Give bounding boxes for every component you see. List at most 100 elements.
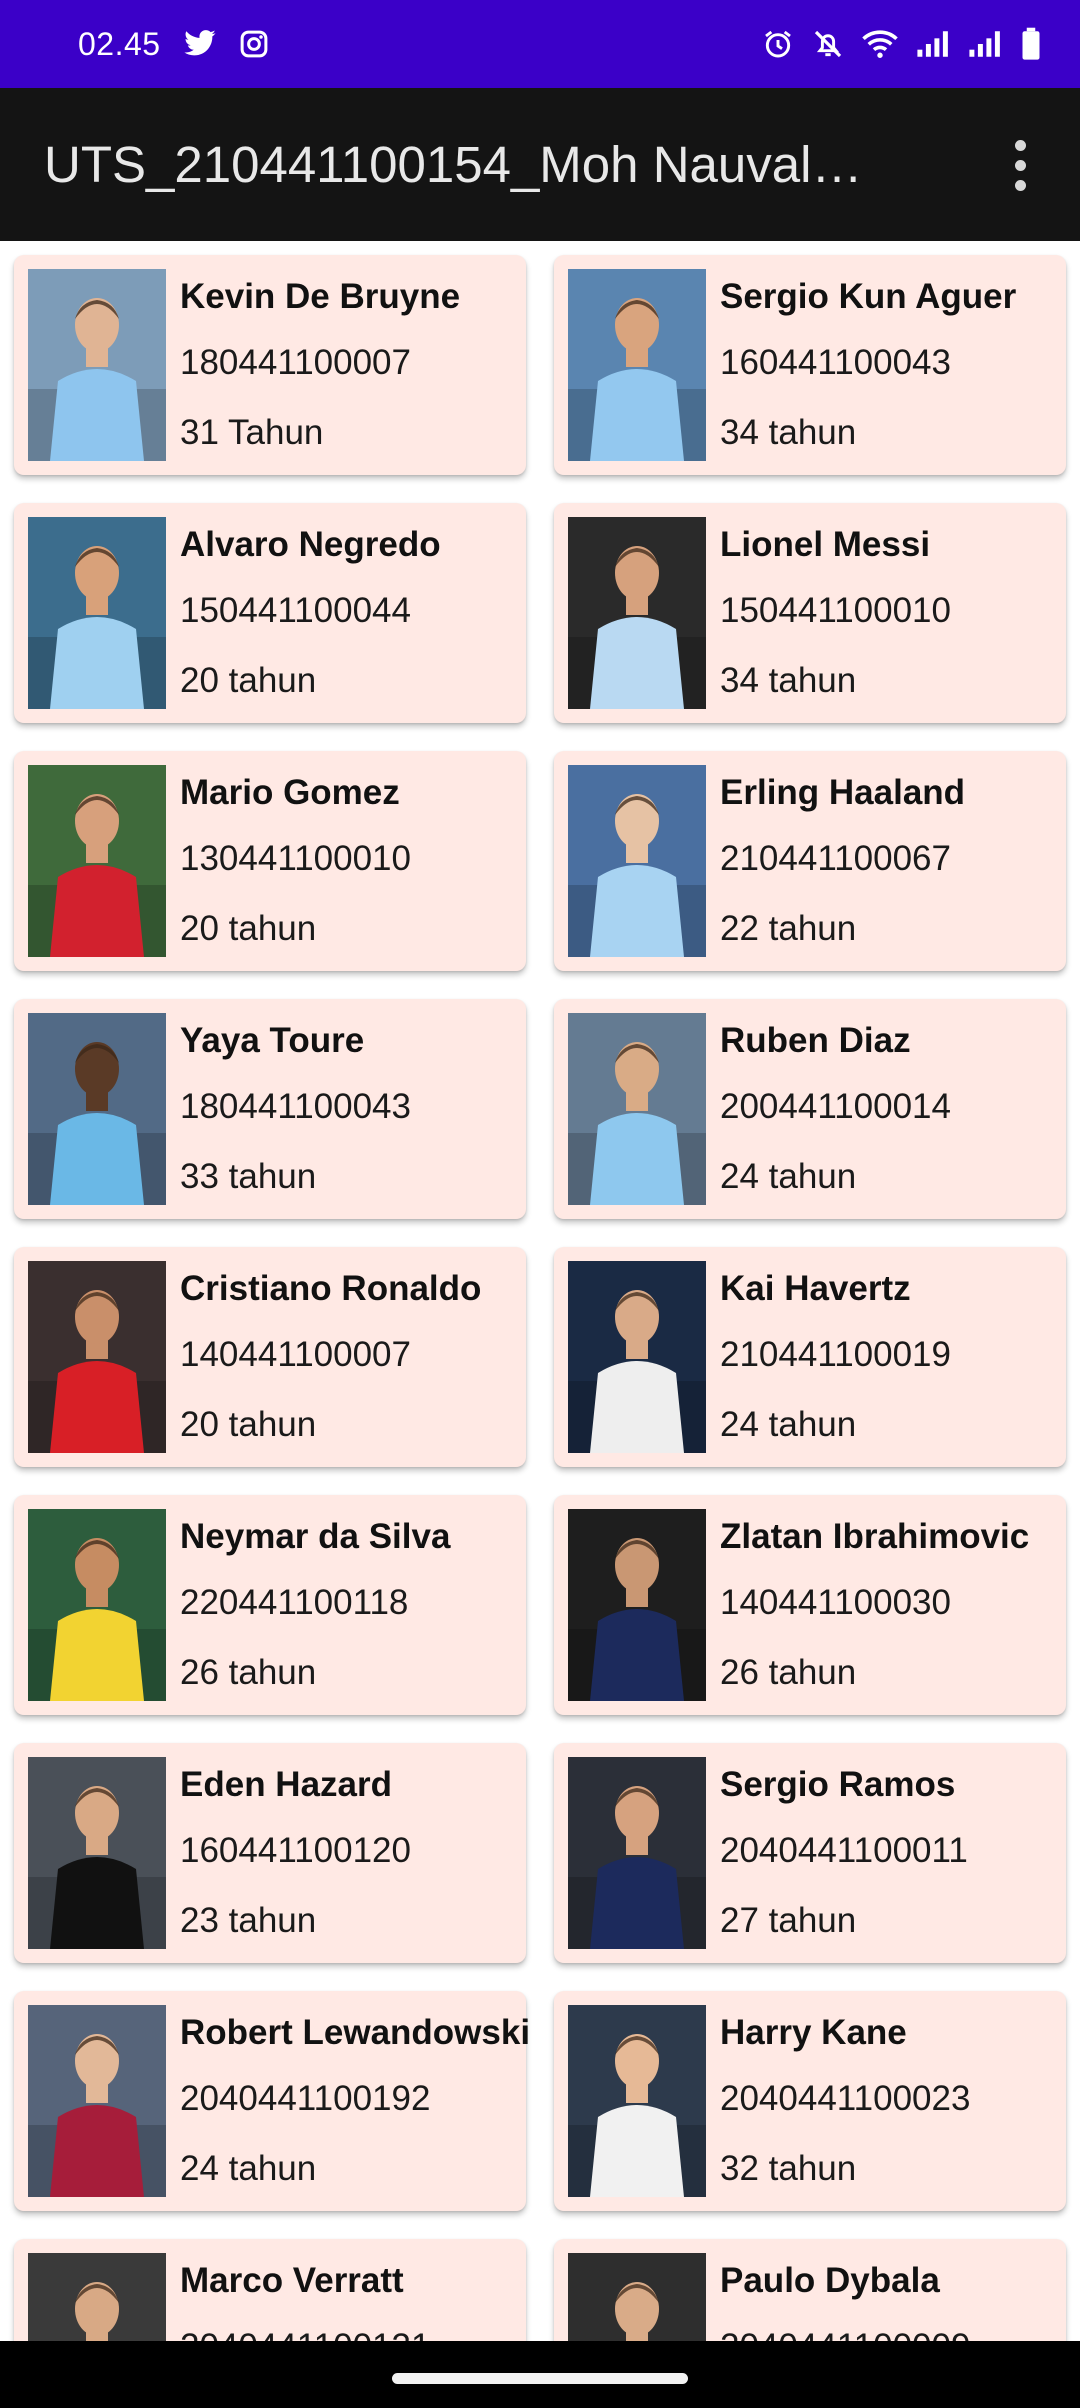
player-photo	[568, 517, 706, 709]
player-grid[interactable]: Kevin De Bruyne 180441100007 31 Tahun Sergi…	[0, 241, 1080, 2341]
player-nim: 150441100010	[720, 591, 951, 630]
wifi-icon	[862, 29, 898, 59]
player-name: Yaya Toure	[180, 1021, 365, 1060]
player-age: 20 tahun	[180, 661, 317, 700]
player-nim: 150441100044	[180, 591, 411, 630]
player-card[interactable]: Marco Verratt 2040441100131	[14, 2239, 526, 2341]
player-nim: 180441100043	[180, 1087, 411, 1126]
player-age: 20 tahun	[180, 1405, 317, 1444]
status-time: 02.45	[78, 25, 161, 62]
player-age: 32 tahun	[720, 2149, 857, 2188]
player-photo	[568, 1261, 706, 1453]
player-card[interactable]: Paulo Dybala 2040441100009	[554, 2239, 1066, 2341]
player-age: 27 tahun	[720, 1901, 857, 1940]
player-nim: 200441100014	[720, 1087, 951, 1126]
instagram-icon	[239, 29, 269, 59]
player-nim: 2040441100131	[180, 2327, 430, 2341]
player-card[interactable]: Harry Kane 2040441100023 32 tahun	[554, 1991, 1066, 2211]
player-photo	[568, 1757, 706, 1949]
player-card[interactable]: Cristiano Ronaldo 140441100007 20 tahun	[14, 1247, 526, 1467]
player-name: Sergio Ramos	[720, 1765, 956, 1804]
player-age: 24 tahun	[180, 2149, 317, 2188]
player-card[interactable]: Sergio Kun Aguer 160441100043 34 tahun	[554, 255, 1066, 475]
player-photo	[28, 517, 166, 709]
player-name: Ruben Diaz	[720, 1021, 911, 1060]
player-nim: 160441100043	[720, 343, 951, 382]
player-card[interactable]: Robert Lewandowski 2040441100192 24 tahun	[14, 1991, 530, 2211]
player-age: 23 tahun	[180, 1901, 317, 1940]
player-card[interactable]: Lionel Messi 150441100010 34 tahun	[554, 503, 1066, 723]
player-photo	[568, 269, 706, 461]
player-name: Alvaro Negredo	[180, 525, 441, 564]
twitter-icon	[183, 29, 217, 59]
player-nim: 130441100010	[180, 839, 411, 878]
player-name: Paulo Dybala	[720, 2261, 940, 2300]
player-name: Mario Gomez	[180, 773, 400, 812]
player-nim: 2040441100023	[720, 2079, 971, 2118]
player-card[interactable]: Ruben Diaz 200441100014 24 tahun	[554, 999, 1066, 1219]
player-age: 24 tahun	[720, 1157, 857, 1196]
player-name: Marco Verratt	[180, 2261, 404, 2300]
player-nim: 210441100067	[720, 839, 951, 878]
player-photo	[568, 1013, 706, 1205]
bell-off-icon	[812, 28, 844, 60]
player-nim: 220441100118	[180, 1583, 409, 1622]
player-age: 22 tahun	[720, 909, 857, 948]
player-card[interactable]: Yaya Toure 180441100043 33 tahun	[14, 999, 526, 1219]
player-nim: 210441100019	[720, 1335, 951, 1374]
player-card[interactable]: Kevin De Bruyne 180441100007 31 Tahun	[14, 255, 526, 475]
app-bar: UTS_210441100154_Moh Nauval…	[0, 88, 1080, 241]
player-age: 34 tahun	[720, 413, 857, 452]
player-age: 33 tahun	[180, 1157, 317, 1196]
player-name: Lionel Messi	[720, 525, 931, 564]
player-age: 34 tahun	[720, 661, 857, 700]
player-nim: 160441100120	[180, 1831, 411, 1870]
signal-icon	[916, 29, 950, 59]
app-title: UTS_210441100154_Moh Nauval…	[44, 136, 863, 193]
player-card[interactable]: Alvaro Negredo 150441100044 20 tahun	[14, 503, 526, 723]
player-name: Eden Hazard	[180, 1765, 392, 1804]
player-card[interactable]: Zlatan Ibrahimovic 140441100030 26 tahun	[554, 1495, 1066, 1715]
player-name: Zlatan Ibrahimovic	[720, 1517, 1030, 1556]
player-photo	[28, 1509, 166, 1701]
player-nim: 140441100030	[720, 1583, 951, 1622]
player-card[interactable]: Kai Havertz 210441100019 24 tahun	[554, 1247, 1066, 1467]
player-age: 26 tahun	[180, 1653, 317, 1692]
player-name: Erling Haaland	[720, 773, 966, 812]
player-name: Harry Kane	[720, 2013, 907, 2052]
player-card[interactable]: Eden Hazard 160441100120 23 tahun	[14, 1743, 526, 1963]
player-nim: 180441100007	[180, 343, 411, 382]
player-card[interactable]: Erling Haaland 210441100067 22 tahun	[554, 751, 1066, 971]
player-nim: 2040441100011	[720, 1831, 968, 1870]
player-age: 24 tahun	[720, 1405, 857, 1444]
player-name: Robert Lewandowski	[180, 2013, 531, 2052]
player-photo	[568, 2005, 706, 2197]
signal-icon	[968, 29, 1002, 59]
player-name: Cristiano Ronaldo	[180, 1269, 482, 1308]
player-card[interactable]: Mario Gomez 130441100010 20 tahun	[14, 751, 526, 971]
player-name: Kai Havertz	[720, 1269, 911, 1308]
player-photo	[568, 2253, 706, 2341]
player-photo	[568, 765, 706, 957]
player-card[interactable]: Neymar da Silva 220441100118 26 tahun	[14, 1495, 526, 1715]
player-age: 31 Tahun	[180, 413, 324, 452]
alarm-icon	[762, 28, 794, 60]
player-nim: 2040441100192	[180, 2079, 431, 2118]
player-nim: 2040441100009	[720, 2327, 970, 2341]
player-name: Sergio Kun Aguer	[720, 277, 1017, 316]
player-photo	[28, 765, 166, 957]
more-vert-icon[interactable]	[990, 128, 1050, 202]
status-bar: 02.45	[0, 0, 1080, 88]
player-nim: 140441100007	[180, 1335, 411, 1374]
player-photo	[28, 2253, 166, 2341]
player-name: Kevin De Bruyne	[180, 277, 461, 316]
gesture-handle[interactable]	[392, 2373, 688, 2384]
player-card[interactable]: Sergio Ramos 2040441100011 27 tahun	[554, 1743, 1066, 1963]
player-age: 26 tahun	[720, 1653, 857, 1692]
player-photo	[28, 1757, 166, 1949]
player-photo	[28, 269, 166, 461]
player-photo	[28, 2005, 166, 2197]
battery-icon	[1020, 27, 1042, 61]
player-photo	[28, 1261, 166, 1453]
player-photo	[568, 1509, 706, 1701]
